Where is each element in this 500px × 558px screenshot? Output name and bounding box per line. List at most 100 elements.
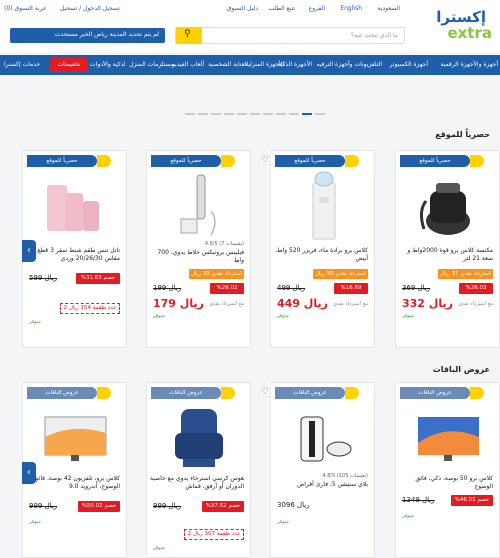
bundle-coupon[interactable]: 2 عدد طقمة 307 ريال — [184, 529, 244, 540]
extra-logo[interactable]: إكسترا extra — [430, 6, 494, 44]
product-title[interactable]: كلاس برو برادة ماء، فريزر 520 واط، أبيض — [273, 247, 368, 263]
exclusive-badge: حصرياً للموقع — [151, 155, 235, 167]
search-button[interactable]: ⚲ — [176, 27, 202, 44]
availability: متوفر — [153, 545, 165, 551]
bundle-badge: عروض الباقات — [275, 387, 359, 399]
section-title: عروض الباقات — [432, 365, 490, 374]
product-card[interactable]: عروض الباقات ♡ 4.8/5 (105 تقييمات) بلاي … — [261, 382, 375, 558]
availability: متوفر — [153, 313, 165, 319]
vacuum-image — [419, 183, 470, 235]
bundle-coupon[interactable]: 2 عدد طقمة 154 ريال — [60, 303, 120, 314]
wishlist-heart-icon[interactable]: ♡ — [151, 387, 159, 397]
cashback-note: مع استرداد نقدي — [333, 301, 368, 307]
price: 3096 ريال — [277, 501, 310, 509]
product-title[interactable]: مكنسة كلاس برو قوة 2000واط و سعة 21 لتر — [398, 247, 494, 263]
branches-link[interactable]: الفروع — [309, 5, 325, 12]
nav-item[interactable]: مستلزمات المنزل — [129, 61, 174, 68]
product-card[interactable]: حصرياً للموقع تاتل تنس طقم شنط سفر 3 قطع… — [22, 150, 127, 348]
sale-button[interactable]: تخفيضات — [50, 58, 88, 72]
carousel-prev-arrow[interactable]: ‹ — [22, 240, 36, 262]
product-title[interactable]: هوس كرسي استرخاء يدوي مع خاصية الدوران أ… — [149, 475, 244, 491]
old-price: 999 ريال — [153, 502, 182, 510]
track-order-link[interactable]: تتبع الطلب — [268, 5, 295, 12]
logo-latin: extra — [447, 24, 492, 42]
final-price: 332 ريال — [402, 297, 453, 310]
product-card[interactable]: عروض الباقات ♡ هوس كرسي استرخاء يدوي مع … — [146, 382, 251, 558]
nav-item[interactable]: الأجهزة المنزلية — [245, 61, 284, 68]
nav-item[interactable]: العناية الشخصية — [208, 61, 248, 68]
discount-tag: %50.02 خصم — [78, 501, 120, 512]
country-selector[interactable]: السعودية — [378, 5, 400, 12]
product-card[interactable]: حصرياً للموقع ♡ 4.6/5 (7 تقييمات) فيليبس… — [146, 150, 251, 348]
product-rating: 4.6/5 (7 تقييمات) — [204, 241, 244, 247]
product-title[interactable]: كلاس برو 50 بوصة، ذكي، فائق الوضوح — [398, 475, 493, 491]
tv-image — [44, 416, 107, 461]
exclusive-badge: حصرياً للموقع — [27, 155, 111, 167]
wishlist-heart-icon[interactable]: ♡ — [261, 387, 269, 397]
water-dispenser-image — [312, 171, 336, 240]
discount-tag: %16.69 خصم — [334, 283, 368, 302]
product-title[interactable]: تاتل تنس طقم شنط سفر 3 قطع مقاس 20/26/30… — [25, 247, 120, 263]
wishlist-heart-icon[interactable]: ♡ — [151, 155, 159, 165]
shopping-guide-link[interactable]: دليل التسوق — [227, 5, 258, 12]
wishlist-heart-icon[interactable]: ♡ — [261, 155, 269, 165]
pagination-dot[interactable] — [211, 113, 221, 115]
product-title[interactable]: كلاس برو، تلفزيون 42 بوصة، فائق الوضوح، … — [25, 475, 120, 491]
exclusive-badge: حصرياً للموقع — [400, 155, 484, 167]
carousel-prev-arrow[interactable]: ‹ — [22, 462, 36, 484]
nav-item[interactable]: ألعاب الفيديو — [172, 61, 204, 68]
cashback-note: مع استرداد نقدي — [458, 301, 493, 307]
final-price: 179 ريال — [153, 297, 204, 310]
final-price: 449 ريال — [277, 297, 328, 310]
location-selector[interactable]: لم يتم تحديد المدينة رياض الخبر مستحدث — [10, 28, 165, 43]
nav-item[interactable]: أجهزة المنزل الذكية والأدوات — [90, 61, 126, 68]
pagination-dot[interactable] — [237, 113, 247, 115]
cart-link[interactable]: عربة التسوق (0) — [4, 5, 47, 12]
cashback-tag: استرداد نقدي 20 ريال — [189, 269, 244, 279]
pagination-dot[interactable] — [224, 113, 234, 115]
product-card[interactable]: حصرياً للموقع مكنسة كلاس برو قوة 2000واط… — [395, 150, 500, 348]
product-title[interactable]: بلاي ستيشن 5، قارئ أقراص — [273, 481, 368, 489]
availability: متوفر — [29, 319, 41, 325]
bundle-badge: عروض الباقات — [400, 387, 484, 399]
availability: متوفر — [277, 519, 289, 525]
banner-pagination — [185, 100, 345, 115]
pagination-dot-active[interactable] — [302, 113, 312, 115]
availability: متوفر — [402, 313, 414, 319]
extra-services-link[interactable]: خدمات إكسترا — [4, 61, 40, 68]
pagination-dot[interactable] — [198, 113, 208, 115]
bundle-badge: عروض الباقات — [151, 387, 235, 399]
search-input[interactable]: ما الذي تبحث عنه؟ — [175, 27, 405, 44]
bundle-badge: عروض الباقات — [27, 387, 111, 399]
pagination-dot[interactable] — [250, 113, 260, 115]
language-link[interactable]: English — [340, 5, 362, 12]
pagination-dot[interactable] — [289, 113, 299, 115]
pagination-dot[interactable] — [276, 113, 286, 115]
pagination-dot[interactable] — [263, 113, 273, 115]
playstation-image — [300, 416, 352, 462]
recliner-chair-image — [175, 409, 223, 467]
search-placeholder: ما الذي تبحث عنه؟ — [350, 32, 398, 39]
pagination-dot[interactable] — [315, 113, 325, 115]
login-link[interactable]: تسجيل الدخول / تسجيل — [60, 5, 120, 12]
discount-tag: %46.01 خصم — [451, 495, 493, 506]
luggage-set-image — [47, 185, 99, 231]
product-card[interactable]: عروض الباقات كلاس برو 50 بوصة، ذكي، فائق… — [395, 382, 500, 558]
search-icon: ⚲ — [184, 29, 191, 39]
product-card[interactable]: عروض الباقات كلاس برو، تلفزيون 42 بوصة، … — [22, 382, 127, 558]
nav-item[interactable]: أجهزة الكمبيوتر — [390, 61, 428, 68]
section-title: حصرياً للموقع — [435, 130, 490, 139]
old-price: 1349 ريال — [402, 496, 435, 504]
tv-image — [418, 417, 479, 461]
availability: متوفر — [29, 519, 41, 525]
nav-item[interactable]: التلفزيونات وأجهزة الترفيه — [317, 61, 382, 68]
old-price: 369 ريال — [402, 284, 431, 292]
availability: متوفر — [402, 513, 414, 519]
discount-tag: %31.63 خصم — [76, 273, 120, 284]
product-title[interactable]: فيليبس بروتيكس خلاط يدوي، 700 واط — [149, 249, 244, 265]
hand-blender-image — [180, 174, 216, 236]
old-price: 599 ريال — [29, 274, 58, 282]
pagination-dot[interactable] — [185, 113, 195, 115]
nav-item[interactable]: أجهزة والأجهزة الرقمية — [441, 61, 499, 68]
product-card[interactable]: حصرياً للموقع ♡ كلاس برو برادة ماء، فريز… — [261, 150, 375, 348]
